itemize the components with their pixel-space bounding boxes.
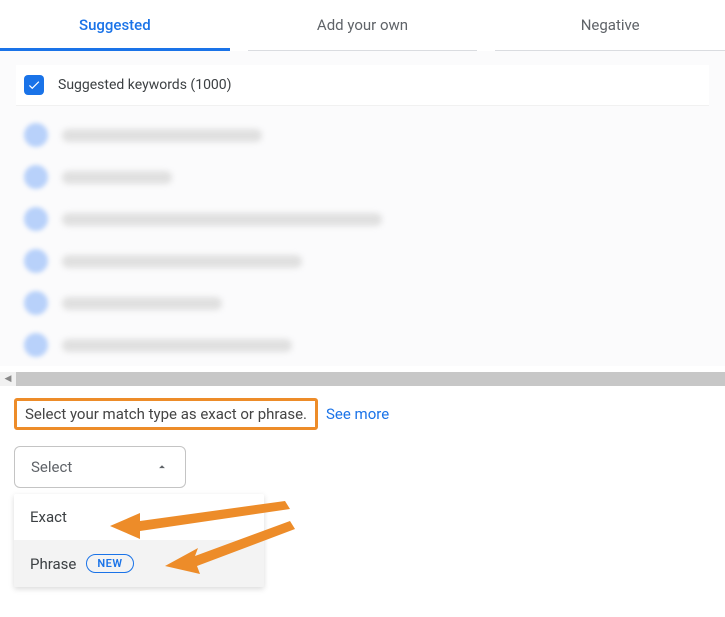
dropdown-option-label: Phrase	[30, 555, 76, 573]
match-type-select[interactable]: Select	[14, 446, 186, 488]
list-item	[16, 198, 709, 240]
match-type-dropdown: Exact Phrase NEW	[14, 494, 264, 587]
list-item	[16, 114, 709, 156]
see-more-link[interactable]: See more	[326, 405, 389, 423]
list-item	[16, 156, 709, 198]
tab-add-your-own[interactable]: Add your own	[248, 0, 478, 51]
scroll-thumb[interactable]	[16, 372, 725, 386]
tab-negative[interactable]: Negative	[495, 0, 725, 51]
chevron-up-icon	[155, 460, 169, 474]
select-all-checkbox[interactable]	[24, 75, 44, 95]
dropdown-option-label: Exact	[30, 508, 67, 526]
keywords-panel: Suggested keywords (1000)	[0, 51, 725, 366]
dropdown-option-exact[interactable]: Exact	[14, 494, 264, 540]
select-placeholder: Select	[31, 458, 72, 476]
keywords-list-blurred	[16, 106, 709, 366]
keywords-header-row: Suggested keywords (1000)	[16, 65, 709, 106]
check-icon	[27, 78, 41, 92]
tab-suggested[interactable]: Suggested	[0, 0, 230, 51]
tabs-bar: Suggested Add your own Negative	[0, 0, 725, 51]
match-type-section: Select your match type as exact or phras…	[0, 386, 725, 617]
dropdown-option-phrase[interactable]: Phrase NEW	[14, 540, 264, 587]
keywords-header-label: Suggested keywords (1000)	[58, 77, 232, 93]
instruction-highlight: Select your match type as exact or phras…	[14, 398, 318, 430]
horizontal-scrollbar[interactable]: ◀	[0, 372, 725, 386]
list-item	[16, 324, 709, 366]
scroll-left-icon[interactable]: ◀	[0, 372, 16, 386]
new-badge: NEW	[86, 554, 133, 573]
list-item	[16, 282, 709, 324]
list-item	[16, 240, 709, 282]
